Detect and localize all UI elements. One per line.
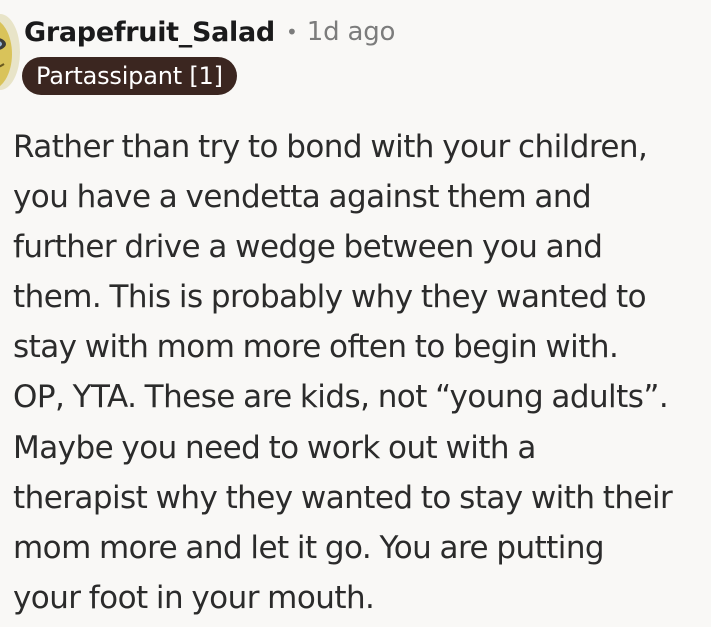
comment-header: Grapefruit_Salad • 1d ago	[24, 14, 395, 50]
comment-body-line: further drive a wedge between you and	[13, 229, 603, 266]
username-link[interactable]: Grapefruit_Salad	[24, 17, 275, 48]
comment-body-line: Rather than try to bond with your childr…	[13, 129, 648, 165]
meta-separator: •	[285, 20, 298, 44]
comment-body-line: therapist why they wanted to stay with t…	[13, 479, 673, 516]
comment-body: Rather than try to bond with your childr…	[13, 122, 703, 623]
comment-body-line: OP, YTA. These are kids, not “young adul…	[13, 379, 669, 416]
timestamp[interactable]: 1d ago	[307, 17, 396, 47]
comment-body-line: your foot in your mouth.	[13, 579, 375, 616]
comment-body-line: you have a vendetta against them and	[13, 179, 592, 216]
avatar-icon	[0, 14, 20, 90]
user-avatar[interactable]	[0, 14, 20, 90]
comment-body-line: stay with mom more often to begin with.	[13, 329, 619, 366]
comment-body-line: mom more and let it go. You are putting	[13, 529, 605, 566]
comment-body-line: Maybe you need to work out with a	[13, 429, 536, 466]
comment-body-line: them. This is probably why they wanted t…	[13, 279, 647, 316]
comment: Grapefruit_Salad • 1d ago Partassipant […	[0, 0, 711, 627]
user-flair-badge: Partassipant [1]	[22, 57, 237, 95]
